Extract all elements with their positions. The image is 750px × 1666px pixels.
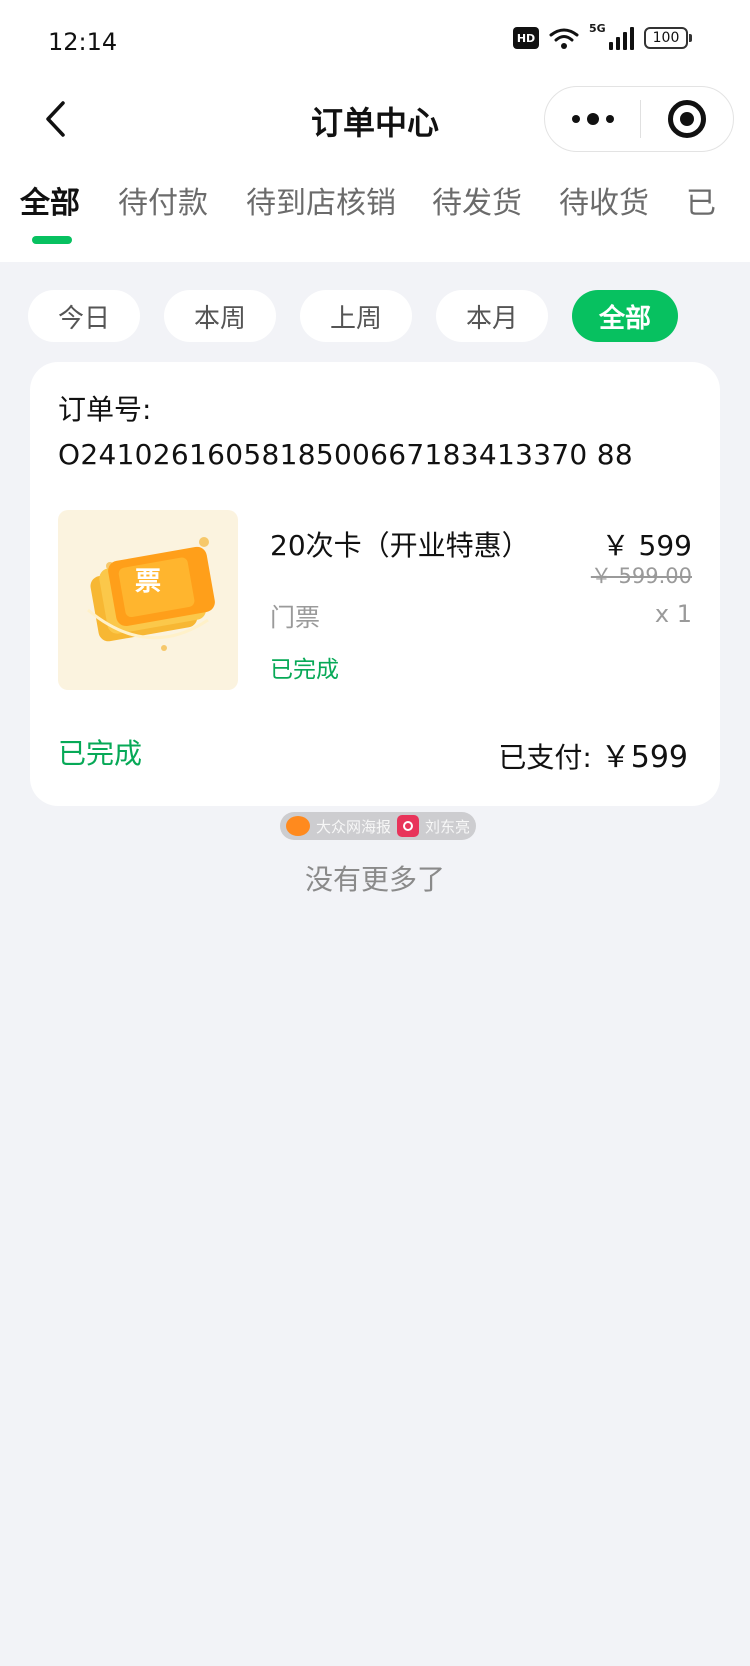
product-status: 已完成 [270,657,339,683]
status-icons: HD 5G 100 [513,22,692,50]
more-dot-icon [586,113,599,125]
product-name: 20次卡（开业特惠） [270,529,530,562]
hd-icon: HD [513,27,539,49]
signal-icon: 5G [589,22,634,50]
filter-all[interactable]: 全部 [572,290,678,342]
battery-icon: 100 [644,27,692,49]
tab-pending-verify[interactable]: 待到店核销 [246,178,396,222]
watermark-badge-icon [397,815,420,837]
ticket-icon-label: 票 [135,567,161,597]
target-icon [668,100,706,138]
ticket-icon: 票 [87,537,215,651]
more-dot-icon [605,115,614,123]
more-button[interactable] [545,87,640,151]
nav-bar: 订单中心 [0,84,750,154]
miniprogram-capsule [544,86,734,152]
watermark: 大众网海报 刘东亮 [280,812,476,840]
order-tabs: 全部 待付款 待到店核销 待发货 待收货 已 [0,164,750,244]
product-quantity: x 1 [654,600,692,628]
tab-pending-payment[interactable]: 待付款 [118,178,208,222]
date-filter-bar: 今日 本周 上周 本月 全部 [28,290,722,342]
tab-all[interactable]: 全部 [20,178,80,222]
more-dot-icon [571,115,580,123]
battery-level: 100 [644,27,688,49]
order-number: O2410261605818500667183413370 88 [58,438,633,471]
filter-last-week[interactable]: 上周 [300,290,412,342]
filter-today[interactable]: 今日 [28,290,140,342]
product-image: 票 [58,510,238,690]
tab-indicator [32,236,72,244]
filter-this-week[interactable]: 本周 [164,290,276,342]
paid-amount: ￥599 [600,740,688,775]
watermark-text-right: 刘东亮 [425,817,471,836]
paid-label: 已支付: [498,741,592,774]
product-category: 门票 [270,603,321,632]
product-price: ￥ 599 [601,529,692,562]
product-original-price: ￥ 599.00 [590,564,692,588]
no-more-text: 没有更多了 [304,863,445,896]
filter-this-month[interactable]: 本月 [436,290,548,342]
tab-pending-receipt[interactable]: 待收货 [559,178,649,222]
close-miniprogram-button[interactable] [641,87,733,151]
paid-amount-row: 已支付: ￥599 [498,732,688,776]
wifi-icon [549,28,579,49]
order-status: 已完成 [58,737,143,770]
watermark-text-left: 大众网海报 [316,817,392,836]
network-type: 5G [589,22,606,35]
status-time: 12:14 [48,28,118,56]
tab-completed[interactable]: 已 [686,178,716,222]
watermark-logo-icon [286,816,310,836]
tab-pending-shipment[interactable]: 待发货 [432,178,522,222]
order-card[interactable]: 订单号: O2410261605818500667183413370 88 票 … [30,362,720,806]
order-number-label: 订单号: [58,393,152,426]
status-bar: 12:14 HD 5G 100 [0,0,750,84]
